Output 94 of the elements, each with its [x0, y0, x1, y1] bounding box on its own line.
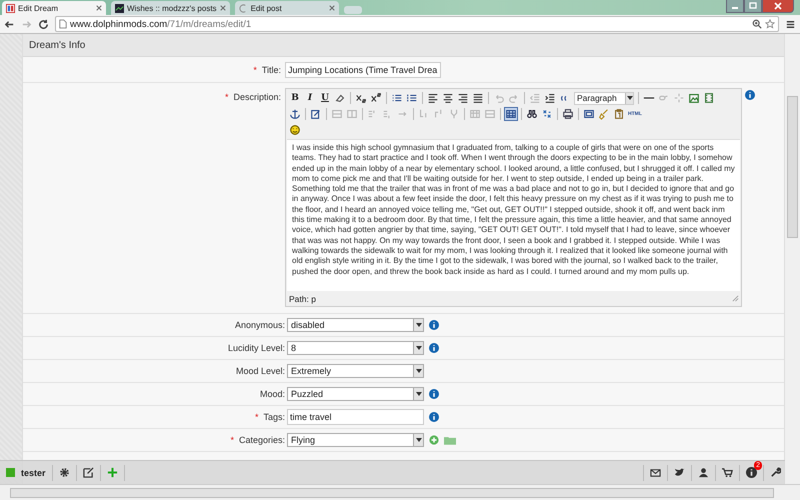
aligncenter-icon[interactable] — [442, 92, 454, 104]
caret-icon — [416, 346, 422, 350]
alignleft-icon[interactable] — [427, 92, 439, 104]
dropdown[interactable]: Puzzled — [287, 387, 424, 401]
wrench-icon[interactable] — [770, 467, 781, 478]
element-path: Path: p — [289, 294, 316, 304]
field-label: Categories: — [238, 435, 285, 445]
scrollbar-thumb[interactable] — [10, 488, 774, 498]
table-icon[interactable] — [505, 108, 517, 120]
menu-icon[interactable] — [785, 18, 796, 30]
user-icon[interactable] — [698, 467, 709, 478]
info-icon[interactable] — [745, 90, 755, 100]
replace-icon[interactable] — [541, 108, 553, 120]
minimize-button[interactable] — [726, 0, 744, 13]
italic-button[interactable]: I — [304, 92, 316, 104]
field-label: Lucidity Level: — [228, 343, 285, 353]
caret-icon — [416, 392, 422, 396]
maximize-button[interactable] — [744, 0, 762, 13]
field-label: Title: — [262, 64, 281, 74]
page-icon — [59, 19, 67, 29]
media-icon[interactable] — [703, 92, 715, 104]
find-icon[interactable] — [526, 108, 538, 120]
format-dropdown[interactable]: Paragraph — [574, 92, 634, 104]
caret-icon — [416, 323, 422, 327]
star-icon[interactable] — [765, 19, 775, 29]
address-bar[interactable]: www.dolphinmods.com/71/m/dreams/edit/1 — [55, 16, 779, 32]
browser-tab[interactable]: Edit post — [234, 1, 339, 15]
maximize-icon — [748, 2, 758, 10]
scrollbar-thumb[interactable] — [787, 96, 798, 238]
caret-icon — [416, 438, 422, 442]
numbers-icon[interactable] — [406, 92, 418, 104]
close-icon — [773, 2, 783, 10]
indent-icon[interactable] — [544, 92, 556, 104]
caret-icon — [626, 96, 632, 100]
status-icon — [6, 468, 15, 477]
edit-icon[interactable] — [310, 108, 322, 120]
page-icon — [6, 4, 15, 12]
info-icon[interactable] — [429, 412, 439, 422]
close-icon[interactable] — [328, 5, 335, 11]
info-icon[interactable] — [746, 467, 757, 478]
image-icon[interactable] — [688, 92, 700, 104]
required-mark: * — [230, 435, 234, 445]
cart-icon[interactable] — [722, 467, 733, 478]
close-button[interactable] — [762, 0, 794, 13]
field-label: Tags: — [263, 412, 285, 422]
dropdown[interactable]: Extremely — [287, 364, 424, 378]
bird-icon[interactable] — [674, 467, 685, 478]
dropdown[interactable]: 8 — [287, 341, 424, 355]
underline-button[interactable]: U — [319, 92, 331, 104]
subscript-icon[interactable] — [355, 92, 367, 104]
anchor-icon[interactable] — [289, 108, 301, 120]
field-label: Anonymous: — [234, 320, 285, 330]
field-label: Mood Level: — [236, 366, 285, 376]
caret-icon — [416, 369, 422, 373]
info-icon[interactable] — [429, 389, 439, 399]
panel-title: Dream's Info — [29, 40, 86, 50]
required-mark: * — [254, 412, 258, 422]
field-label: Description: — [233, 92, 281, 102]
paste-icon[interactable] — [613, 108, 625, 120]
required-mark: * — [224, 92, 228, 102]
tags-input[interactable]: time travel — [287, 409, 424, 425]
description-text[interactable]: I was inside this high school gymnasium that I graduated from, talking to a couple of girls that were on one of the sports teams. They had to start practice and I took off. When I went through the doors expecting to be in the main lobby, I somehow ended up in the main lobby of a near by elementary school. I looked around, a little confused, but I shrugged it off. I called my mom to come pick me and that I'll be waiting outside for her. I went to step outside, I ended up being in a trailer park. Something told me that the trailer that was in front of me was a bad place and not to go in, but I decided to ignore that and go in anyway. Once I was about a few feet inside the door, I felt this heavy pressure on my chest as if it was trying to push me to the floor, and I heard an annoyed voice telling me, "Get out, GET OUT!!" I stepped outside, shook it off, and went back inm this time making it to a bedroom door. By that time, I felt the pressure again, this time a little heavier, and that same annoyed voice, which had gotten angrier by that time, saying, "GET OUT! GET OUT!". I told myself that I had to leave, since whoever that was was not happy. On my way towards the front door, I seen a book and I grabbed it. I stepped outside. While I was walking towards the sidewalk to wait for my mom, I was looking through it. I realized that it looked like someone journal with old english style writing in it. By the time I got to the sidewalk, I was bored with the journal, so I walked back to the trailer, pushed the door open, and threw the book back inside as hard as I could. I turned around and my mom pulls up. — [287, 139, 740, 291]
close-icon[interactable] — [96, 5, 102, 11]
info-icon[interactable] — [429, 320, 439, 330]
alignright-icon[interactable] — [457, 92, 469, 104]
loading-icon — [238, 4, 248, 12]
back-icon[interactable] — [4, 18, 15, 30]
info-icon[interactable] — [429, 343, 439, 353]
edit-icon[interactable] — [82, 467, 94, 478]
title-input[interactable]: Jumping Locations (Time Travel Drea — [285, 62, 441, 78]
smiley-icon[interactable] — [289, 124, 301, 136]
bullets-icon[interactable] — [391, 92, 403, 104]
reload-icon[interactable] — [38, 18, 49, 30]
bold-button[interactable]: B — [289, 92, 301, 104]
settings-icon[interactable] — [58, 467, 70, 478]
zoom-icon[interactable] — [752, 19, 762, 29]
justify-icon[interactable] — [472, 92, 484, 104]
user-name[interactable]: tester — [21, 468, 46, 478]
horizontal-scrollbar[interactable] — [0, 484, 800, 500]
fullscreen-icon[interactable] — [583, 108, 595, 120]
dropdown[interactable]: Flying — [287, 433, 424, 447]
superscript-icon[interactable] — [370, 92, 382, 104]
browser-tab[interactable]: Wishes :: modzzz's posts — [111, 1, 230, 15]
dropdown[interactable]: disabled — [287, 318, 424, 332]
print-icon[interactable] — [562, 108, 574, 120]
field-label: Mood: — [260, 389, 285, 399]
site-icon — [115, 4, 124, 12]
required-mark: * — [253, 64, 257, 74]
browser-tab[interactable]: Edit Dream — [2, 1, 106, 15]
eraser-icon[interactable] — [334, 92, 346, 104]
vertical-scrollbar[interactable] — [784, 34, 800, 484]
mail-icon[interactable] — [650, 467, 661, 478]
close-icon[interactable] — [220, 5, 226, 11]
resize-handle[interactable] — [732, 295, 739, 302]
